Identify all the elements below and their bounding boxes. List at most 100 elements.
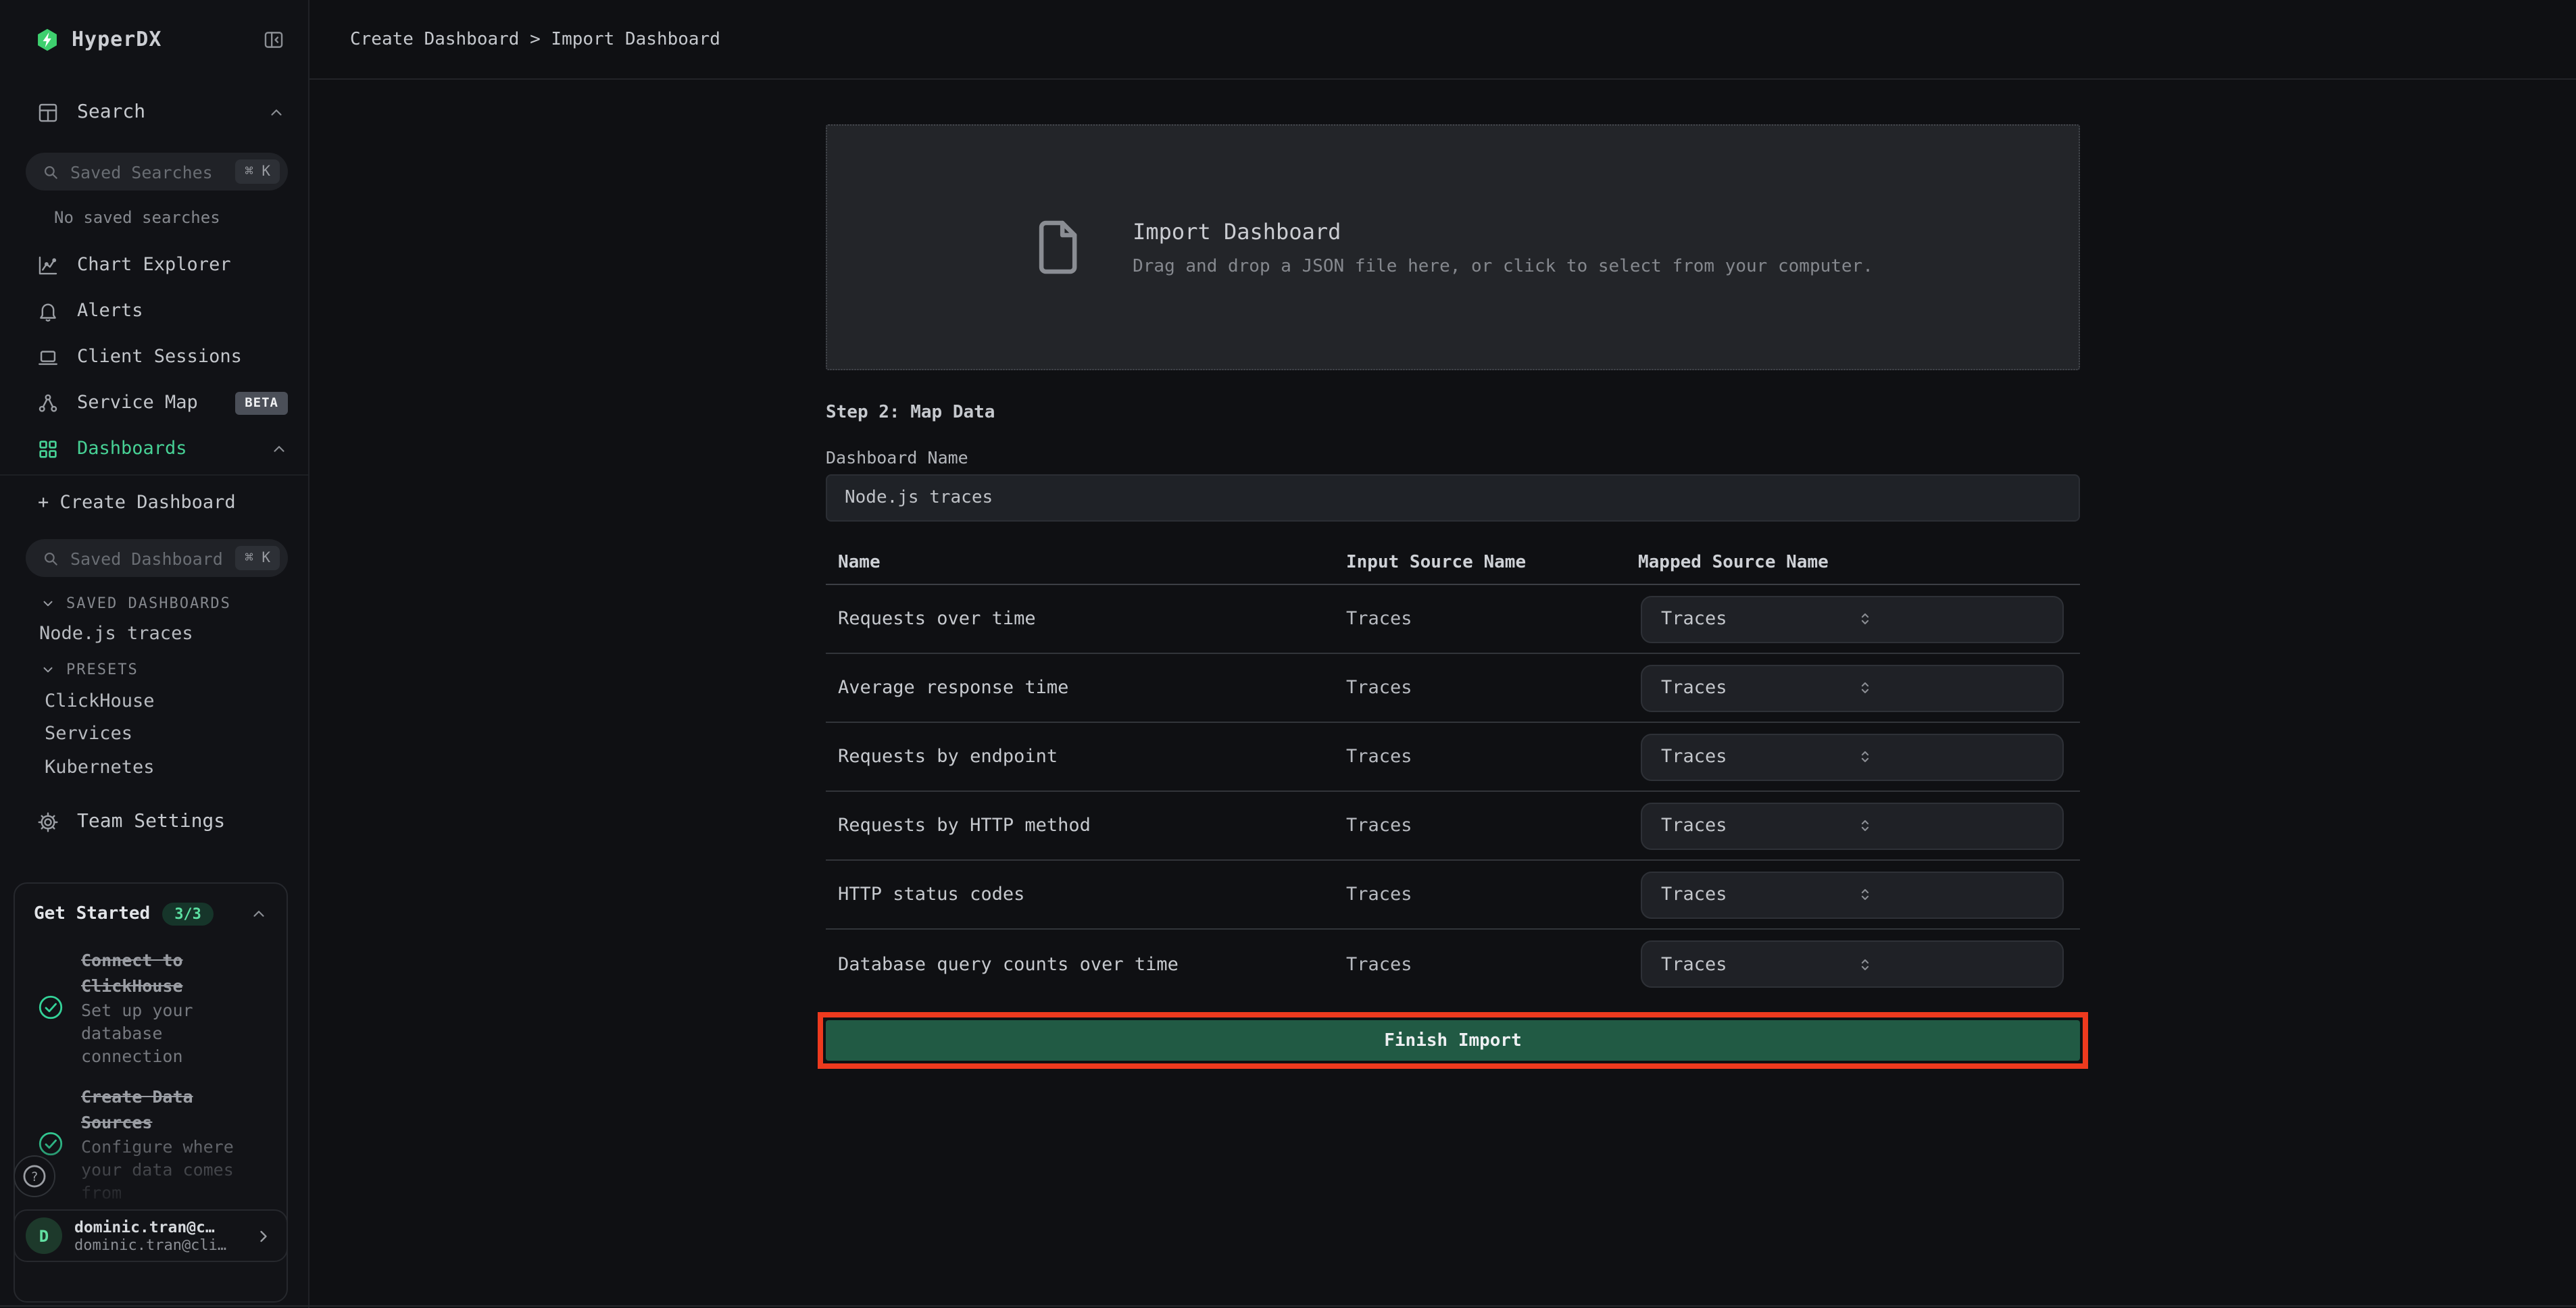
sidebar-item-chart-explorer[interactable]: Chart Explorer xyxy=(0,242,308,288)
collapse-sidebar-icon[interactable] xyxy=(262,28,285,51)
preset-label: Kubernetes xyxy=(45,757,155,778)
select-chevrons-icon xyxy=(1855,678,2049,697)
help-button[interactable]: ? xyxy=(14,1155,55,1197)
sidebar-item-label: Service Map xyxy=(77,392,198,413)
chevron-down-icon xyxy=(41,595,55,610)
table-header-row: Name Input Source Name Mapped Source Nam… xyxy=(826,540,2080,585)
preset-label: Services xyxy=(45,723,132,745)
chevron-up-icon xyxy=(268,103,285,121)
saved-dashboard-label: Node.js traces xyxy=(39,623,193,645)
get-started-item-connect[interactable]: Connect to ClickHouse Set up your databa… xyxy=(36,947,268,1067)
chevron-up-icon[interactable] xyxy=(250,905,268,923)
click-annotation-highlight: Finish Import xyxy=(826,1020,2080,1061)
app-window: HyperDX Search xyxy=(0,0,2576,1308)
gear-icon xyxy=(36,810,59,833)
get-started-item-text: Connect to ClickHouse Set up your databa… xyxy=(81,947,262,1067)
saved-dashboards-field[interactable] xyxy=(70,548,224,568)
preset-item-services[interactable]: Services xyxy=(45,723,295,746)
input-source-cell: Traces xyxy=(1346,953,1638,975)
sidebar-section-search[interactable]: Search xyxy=(0,89,308,135)
get-started-item-sources[interactable]: Create Data Sources Configure where your… xyxy=(36,1084,268,1204)
saved-searches-field[interactable] xyxy=(70,161,224,182)
mapped-source-select[interactable]: Traces xyxy=(1641,871,2064,918)
no-saved-searches-text: No saved searches xyxy=(54,208,220,227)
shortcut-badge: ⌘ K xyxy=(235,159,280,184)
select-chevrons-icon xyxy=(1855,885,2049,904)
chart-name-cell: Database query counts over time xyxy=(838,953,1346,975)
divider xyxy=(0,474,308,476)
select-chevrons-icon xyxy=(1855,816,2049,835)
select-chevrons-icon xyxy=(1855,955,2049,974)
chart-name-cell: Average response time xyxy=(838,677,1346,699)
laptop-icon xyxy=(36,345,59,368)
user-texts: dominic.tran@c… dominic.tran@cli… xyxy=(74,1217,242,1254)
saved-dashboard-item[interactable]: Node.js traces xyxy=(39,623,295,646)
import-panel: Import Dashboard Drag and drop a JSON fi… xyxy=(826,124,2080,1061)
avatar: D xyxy=(26,1217,62,1254)
bell-icon xyxy=(36,299,59,322)
beta-badge: BETA xyxy=(235,391,288,414)
table-row: Requests by HTTP method Traces Traces xyxy=(826,792,2080,861)
dropzone-texts: Import Dashboard Drag and drop a JSON fi… xyxy=(1133,218,1873,276)
dropzone-title: Import Dashboard xyxy=(1133,218,1873,244)
step-label: Step 2: Map Data xyxy=(826,403,2080,424)
presets-group-header[interactable]: PRESETS xyxy=(41,658,295,680)
dashboard-name-input[interactable] xyxy=(826,474,2080,522)
sidebar-item-service-map[interactable]: Service Map BETA xyxy=(0,380,308,426)
sidebar-search-label: Search xyxy=(77,101,145,123)
get-started-header[interactable]: Get Started 3/3 xyxy=(34,903,268,926)
check-circle-icon xyxy=(36,1130,65,1158)
get-started-item-title: Connect to ClickHouse xyxy=(81,947,262,999)
sidebar: HyperDX Search xyxy=(0,0,309,1308)
get-started-item-subtitle: Set up your database connection xyxy=(81,999,262,1067)
sidebar-item-dashboards[interactable]: Dashboards xyxy=(0,426,308,472)
sidebar-item-team-settings[interactable]: Team Settings xyxy=(0,799,308,845)
chevron-right-icon xyxy=(254,1226,273,1245)
preset-item-clickhouse[interactable]: ClickHouse xyxy=(45,690,295,713)
user-email: dominic.tran@cli… xyxy=(74,1236,242,1254)
import-dropzone[interactable]: Import Dashboard Drag and drop a JSON fi… xyxy=(826,124,2080,370)
shortcut-badge: ⌘ K xyxy=(235,546,280,570)
table-row: Average response time Traces Traces xyxy=(826,654,2080,723)
selected-value: Traces xyxy=(1661,953,1855,975)
create-dashboard-label: + Create Dashboard xyxy=(38,492,236,513)
get-started-progress-badge: 3/3 xyxy=(162,903,214,926)
sidebar-item-label: Dashboards xyxy=(77,438,187,459)
chart-name-cell: Requests by endpoint xyxy=(838,746,1346,768)
dropzone-subtitle: Drag and drop a JSON file here, or click… xyxy=(1133,256,1873,276)
chart-name-cell: Requests over time xyxy=(838,608,1346,630)
selected-value: Traces xyxy=(1661,677,1855,699)
mapped-source-select[interactable]: Traces xyxy=(1641,802,2064,849)
chart-name-cell: HTTP status codes xyxy=(838,884,1346,905)
selected-value: Traces xyxy=(1661,815,1855,836)
sidebar-item-client-sessions[interactable]: Client Sessions xyxy=(0,334,308,380)
saved-dashboards-group-header[interactable]: SAVED DASHBOARDS xyxy=(41,592,295,613)
mapped-source-select[interactable]: Traces xyxy=(1641,733,2064,780)
mapped-source-select[interactable]: Traces xyxy=(1641,664,2064,711)
saved-searches-input[interactable]: ⌘ K xyxy=(26,153,288,191)
select-chevrons-icon xyxy=(1855,609,2049,628)
table-row: Requests over time Traces Traces xyxy=(826,585,2080,654)
saved-dashboards-input[interactable]: ⌘ K xyxy=(26,539,288,577)
finish-import-button[interactable]: Finish Import xyxy=(826,1020,2080,1061)
question-mark-glyph: ? xyxy=(30,1170,38,1184)
input-source-cell: Traces xyxy=(1346,884,1638,905)
input-source-cell: Traces xyxy=(1346,677,1638,699)
preset-item-kubernetes[interactable]: Kubernetes xyxy=(45,757,295,780)
breadcrumb: Create Dashboard > Import Dashboard xyxy=(350,29,720,49)
search-section-icon xyxy=(36,101,59,124)
create-dashboard-button[interactable]: + Create Dashboard xyxy=(0,480,308,526)
user-menu[interactable]: D dominic.tran@c… dominic.tran@cli… xyxy=(14,1209,288,1262)
get-started-title: Get Started xyxy=(34,904,150,924)
sidebar-item-label: Client Sessions xyxy=(77,346,242,368)
hyperdx-logo-icon xyxy=(35,26,59,52)
column-header-input-source: Input Source Name xyxy=(1346,552,1638,572)
sidebar-item-alerts[interactable]: Alerts xyxy=(0,288,308,334)
group-header-label: SAVED DASHBOARDS xyxy=(66,594,231,611)
selected-value: Traces xyxy=(1661,884,1855,905)
group-header-label: PRESETS xyxy=(66,660,139,678)
mapped-source-select[interactable]: Traces xyxy=(1641,595,2064,643)
mapped-source-select[interactable]: Traces xyxy=(1641,940,2064,988)
search-icon xyxy=(42,549,59,567)
dashboards-icon xyxy=(36,437,59,460)
